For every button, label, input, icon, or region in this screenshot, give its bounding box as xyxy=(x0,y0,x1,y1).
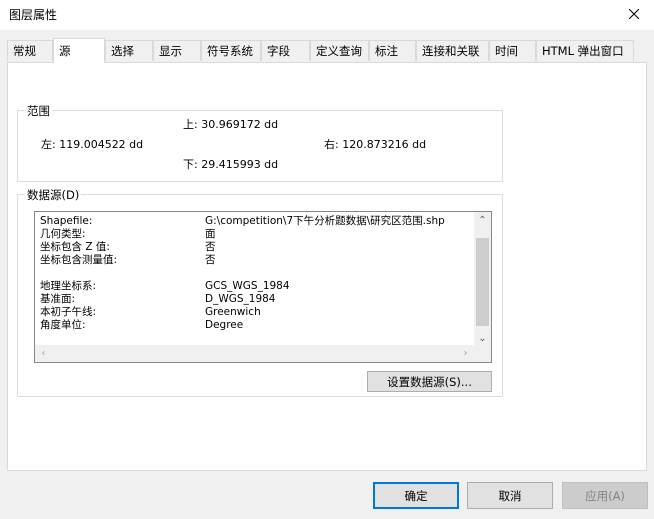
tab-fields[interactable]: 字段 xyxy=(261,40,310,61)
scroll-left-icon[interactable]: ‹ xyxy=(35,345,52,362)
set-datasource-button[interactable]: 设置数据源(S)... xyxy=(367,371,492,392)
datasource-info-list[interactable]: Shapefile: G:\competition\7下午分析题数据\研究区范围.… xyxy=(34,211,492,363)
tab-symbology[interactable]: 符号系统 xyxy=(201,40,261,61)
list-item: 坐标包含 Z 值: 否 xyxy=(40,241,216,253)
extent-right: 右: 120.873216 dd xyxy=(324,138,427,151)
list-item: 地理坐标系: GCS_WGS_1984 xyxy=(40,280,290,292)
ok-button[interactable]: 确定 xyxy=(373,482,459,509)
apply-button[interactable]: 应用(A) xyxy=(562,482,648,509)
tab-source[interactable]: 源 xyxy=(53,38,105,63)
scroll-thumb[interactable] xyxy=(476,238,489,326)
tab-definition-query[interactable]: 定义查询 xyxy=(310,40,369,61)
tab-labels[interactable]: 标注 xyxy=(369,40,416,61)
extent-group: 范围 上: 30.969172 dd 左: 119.004522 dd 右: 1… xyxy=(17,103,503,182)
list-item: 本初子午线: Greenwich xyxy=(40,306,261,318)
tab-strip: 常规 源 选择 显示 符号系统 字段 定义查询 标注 连接和关联 时间 HTML… xyxy=(7,38,647,63)
tab-time[interactable]: 时间 xyxy=(489,40,536,61)
tab-joins-relates[interactable]: 连接和关联 xyxy=(416,40,489,61)
datasource-group-title: 数据源(D) xyxy=(25,187,82,203)
list-item: Shapefile: G:\competition\7下午分析题数据\研究区范围.… xyxy=(40,215,445,227)
vertical-scrollbar[interactable]: ⌃ ⌄ xyxy=(474,212,491,347)
extent-group-title: 范围 xyxy=(25,103,52,119)
extent-top: 上: 30.969172 dd xyxy=(183,118,279,131)
scroll-right-icon[interactable]: › xyxy=(457,345,474,362)
tab-general[interactable]: 常规 xyxy=(7,40,53,61)
list-item: 基准面: D_WGS_1984 xyxy=(40,293,276,305)
horizontal-scrollbar[interactable]: ‹ › xyxy=(35,345,491,362)
tab-html-popup[interactable]: HTML 弹出窗口 xyxy=(536,40,634,61)
list-item: 几何类型: 面 xyxy=(40,228,216,240)
list-item: 坐标包含测量值: 否 xyxy=(40,254,216,266)
scroll-up-icon[interactable]: ⌃ xyxy=(474,212,491,229)
source-tab-panel: 范围 上: 30.969172 dd 左: 119.004522 dd 右: 1… xyxy=(7,62,647,471)
datasource-group: 数据源(D) Shapefile: G:\competition\7下午分析题数据… xyxy=(17,187,503,397)
close-icon xyxy=(629,9,639,19)
extent-left: 左: 119.004522 dd xyxy=(41,138,144,151)
title-bar: 图层属性 xyxy=(0,0,654,30)
list-item: 角度单位: Degree xyxy=(40,319,244,331)
close-button[interactable] xyxy=(614,0,654,28)
extent-bottom: 下: 29.415993 dd xyxy=(183,158,279,171)
tab-display[interactable]: 显示 xyxy=(153,40,201,61)
list-item xyxy=(40,267,480,280)
tab-selection[interactable]: 选择 xyxy=(105,40,153,61)
cancel-button[interactable]: 取消 xyxy=(467,482,553,509)
window-title: 图层属性 xyxy=(9,8,58,22)
